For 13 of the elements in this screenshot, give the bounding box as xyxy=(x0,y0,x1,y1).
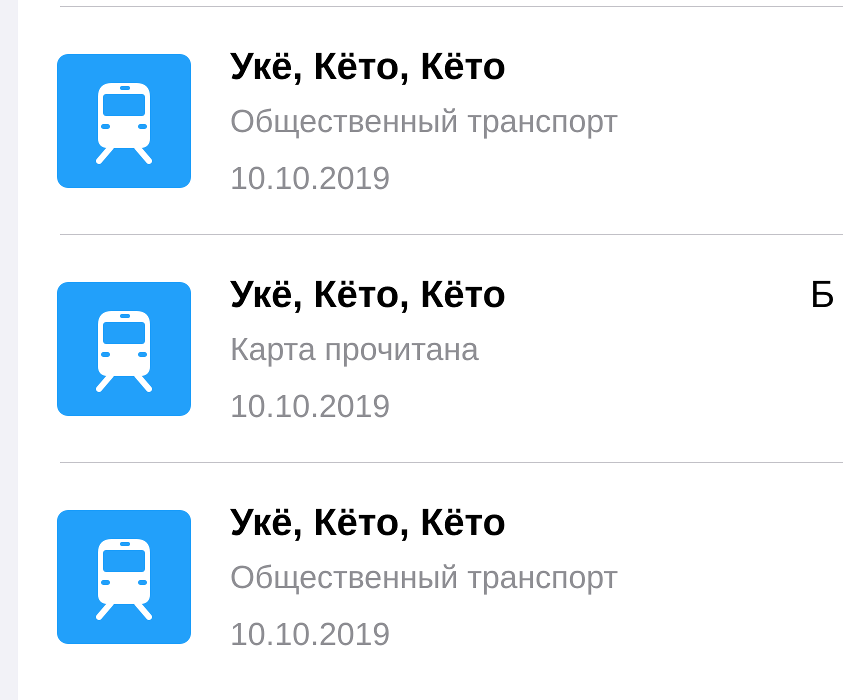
transaction-date: 10.10.2019 xyxy=(230,159,392,198)
transaction-type: Карта прочитана xyxy=(230,330,480,369)
transaction-title: Укё, Кёто, Кёто xyxy=(230,273,506,318)
transaction-title: Укё, Кёто, Кёто xyxy=(230,501,507,546)
transaction-amount: Б xyxy=(810,273,835,318)
transaction-type: Общественный транспорт xyxy=(230,102,618,141)
transaction-date: 10.10.2019 xyxy=(230,387,392,426)
transaction-type: Общественный транспорт xyxy=(230,558,618,597)
train-icon xyxy=(57,510,191,644)
transaction-date: 10.10.2019 xyxy=(230,615,392,654)
train-icon xyxy=(57,54,191,188)
transaction-title: Укё, Кёто, Кёто xyxy=(230,45,507,90)
train-icon xyxy=(57,282,191,416)
